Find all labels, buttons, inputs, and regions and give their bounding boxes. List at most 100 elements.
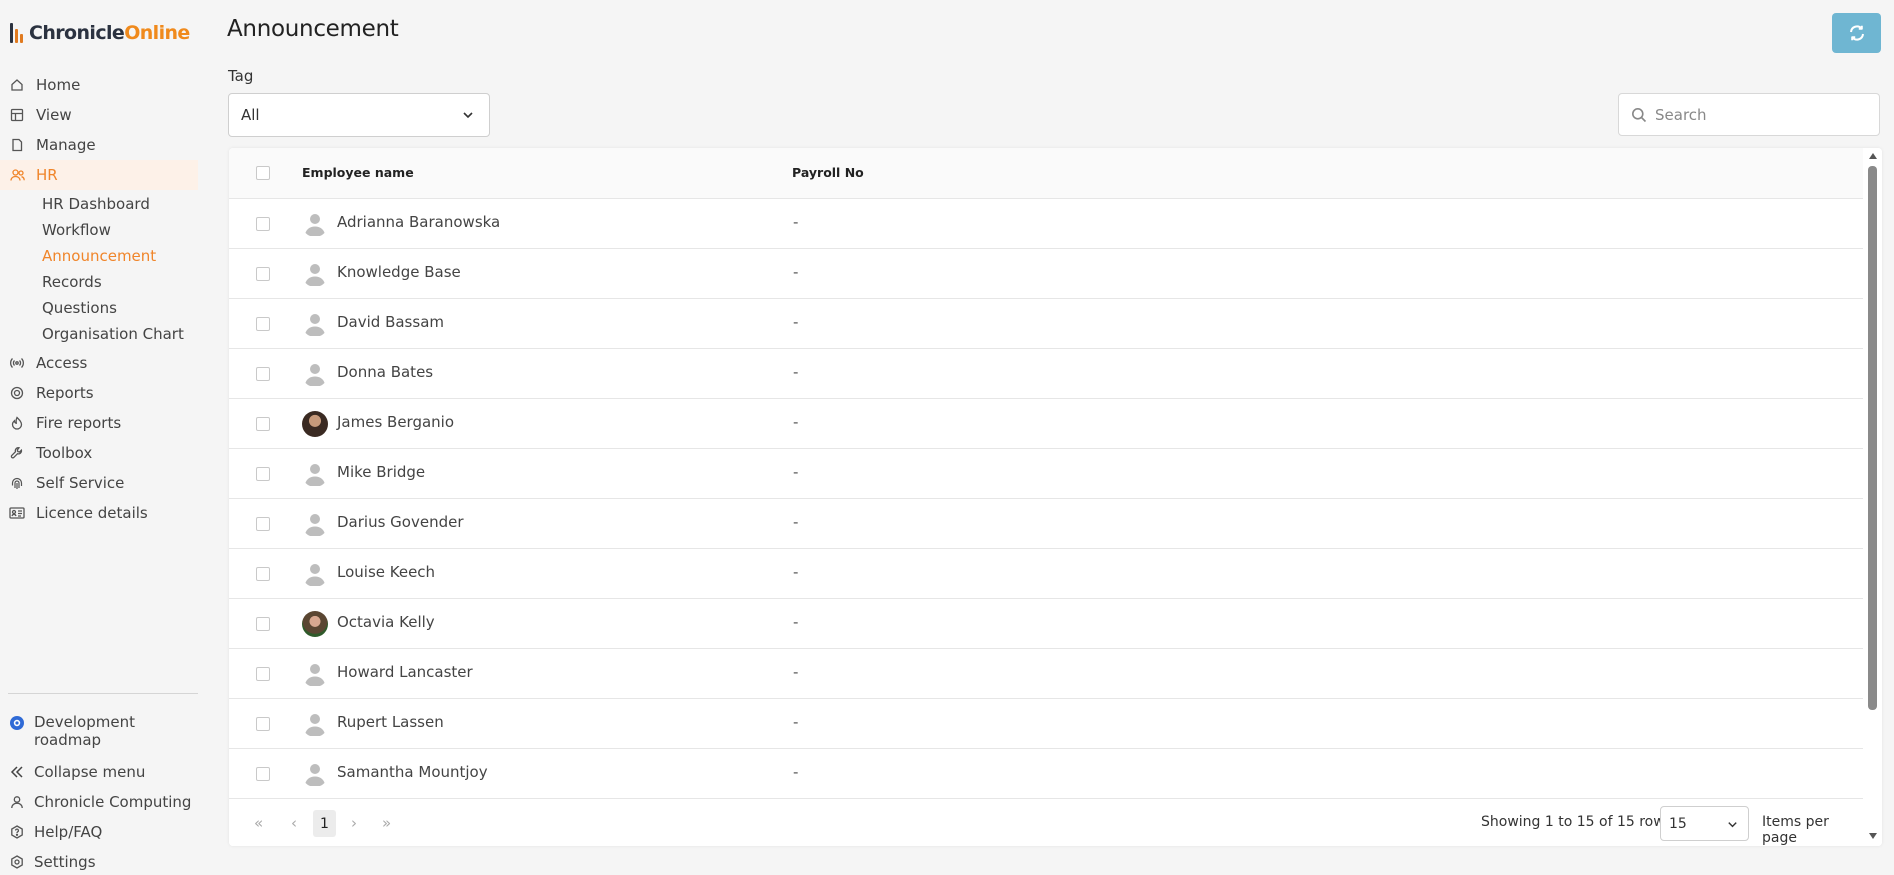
table-row[interactable]: Darius Govender -: [229, 499, 1863, 549]
sub-announcement[interactable]: Announcement: [42, 244, 156, 268]
avatar-placeholder-icon: [302, 461, 328, 487]
user-icon: [8, 793, 26, 811]
table-row[interactable]: Adrianna Baranowska -: [229, 199, 1863, 249]
first-page-button[interactable]: «: [254, 814, 263, 832]
table-row[interactable]: Louise Keech -: [229, 549, 1863, 599]
column-header-payroll-no[interactable]: Payroll No: [792, 165, 864, 180]
table-row[interactable]: Octavia Kelly -: [229, 599, 1863, 649]
chart-icon: [9, 385, 25, 401]
employee-name: David Bassam: [337, 313, 444, 331]
gear-icon: [8, 853, 26, 871]
table-row[interactable]: Mike Bridge -: [229, 449, 1863, 499]
nav-self-service[interactable]: Self Service: [0, 468, 198, 498]
employee-name: Knowledge Base: [337, 263, 461, 281]
sub-hr-dashboard[interactable]: HR Dashboard: [42, 192, 150, 216]
collapse-menu-button[interactable]: Collapse menu: [0, 763, 198, 781]
avatar: [302, 411, 328, 437]
payroll-no: -: [793, 613, 799, 631]
employee-name: Octavia Kelly: [337, 613, 435, 631]
scroll-up-arrow-icon[interactable]: [1869, 153, 1877, 159]
sub-questions[interactable]: Questions: [42, 296, 117, 320]
scrollbar-thumb[interactable]: [1868, 166, 1877, 710]
search-input[interactable]: [1655, 105, 1855, 124]
table-header: Employee name Payroll No: [229, 148, 1863, 199]
row-checkbox[interactable]: [256, 367, 270, 381]
avatar-placeholder-icon: [302, 761, 328, 787]
settings-link[interactable]: Settings: [0, 853, 198, 871]
table-row[interactable]: Samantha Mountjoy -: [229, 749, 1863, 799]
search-box[interactable]: [1618, 93, 1880, 136]
nav-reports[interactable]: Reports: [0, 378, 198, 408]
licence-icon: [9, 505, 25, 521]
nav-fire-reports[interactable]: Fire reports: [0, 408, 198, 438]
last-page-button[interactable]: »: [382, 814, 391, 832]
nav-manage[interactable]: Manage: [0, 130, 198, 160]
nav-view[interactable]: View: [0, 100, 198, 130]
page-title: Announcement: [227, 16, 399, 42]
row-checkbox[interactable]: [256, 717, 270, 731]
items-per-page-select[interactable]: 15: [1660, 806, 1749, 841]
table-row[interactable]: Howard Lancaster -: [229, 649, 1863, 699]
table-row[interactable]: Knowledge Base -: [229, 249, 1863, 299]
table-row[interactable]: David Bassam -: [229, 299, 1863, 349]
collapse-menu-label: Collapse menu: [34, 763, 146, 781]
items-per-page-label: Items per page: [1762, 814, 1829, 846]
table-icon: [9, 107, 25, 123]
nav-home-label: Home: [36, 76, 81, 94]
next-page-button[interactable]: ›: [351, 814, 357, 832]
sub-records[interactable]: Records: [42, 270, 102, 294]
account-link[interactable]: Chronicle Computing: [0, 793, 198, 811]
sub-organisation-chart[interactable]: Organisation Chart: [42, 322, 184, 346]
settings-label: Settings: [34, 853, 96, 871]
tag-filter-value: All: [241, 106, 260, 124]
nav-hr[interactable]: HR: [0, 160, 198, 190]
tag-filter-label: Tag: [228, 67, 254, 85]
row-checkbox[interactable]: [256, 317, 270, 331]
row-checkbox[interactable]: [256, 767, 270, 781]
prev-page-button[interactable]: ‹: [291, 814, 297, 832]
payroll-no: -: [793, 513, 799, 531]
roadmap-label-line2: roadmap: [34, 731, 102, 749]
scroll-down-arrow-icon[interactable]: [1869, 833, 1877, 839]
nav-licence-details[interactable]: Licence details: [0, 498, 198, 528]
table-row[interactable]: James Berganio -: [229, 399, 1863, 449]
row-checkbox[interactable]: [256, 517, 270, 531]
employee-name: Louise Keech: [337, 563, 436, 581]
account-label: Chronicle Computing: [34, 793, 192, 811]
column-header-employee-name[interactable]: Employee name: [302, 165, 414, 180]
double-chevron-left-icon: [8, 763, 26, 781]
current-page-button[interactable]: 1: [313, 810, 336, 837]
table-row[interactable]: Rupert Lassen -: [229, 699, 1863, 749]
row-checkbox[interactable]: [256, 667, 270, 681]
logo-text-part1: Chronicle: [29, 22, 125, 44]
sub-workflow[interactable]: Workflow: [42, 218, 111, 242]
row-checkbox[interactable]: [256, 467, 270, 481]
employee-name: Adrianna Baranowska: [337, 213, 501, 231]
employee-name: Samantha Mountjoy: [337, 763, 488, 781]
pagination-bar: « ‹ 1 › » Showing 1 to 15 of 15 rows 15 …: [229, 800, 1863, 846]
help-faq-link[interactable]: Help/FAQ: [0, 823, 198, 841]
refresh-button[interactable]: [1832, 13, 1881, 53]
payroll-no: -: [793, 763, 799, 781]
nav-toolbox[interactable]: Toolbox: [0, 438, 198, 468]
nav-access[interactable]: Access: [0, 348, 198, 378]
roadmap-label-line1: Development: [34, 713, 135, 731]
roadmap-icon: [8, 714, 26, 732]
tag-filter-select[interactable]: All: [228, 93, 490, 137]
avatar-placeholder-icon: [302, 211, 328, 237]
row-checkbox[interactable]: [256, 217, 270, 231]
table-row[interactable]: Donna Bates -: [229, 349, 1863, 399]
chronicle-online-logo[interactable]: ChronicleOnline: [10, 20, 190, 46]
row-checkbox[interactable]: [256, 567, 270, 581]
row-checkbox[interactable]: [256, 417, 270, 431]
row-checkbox[interactable]: [256, 267, 270, 281]
flame-icon: [9, 415, 25, 431]
nav-home[interactable]: Home: [0, 70, 198, 100]
row-checkbox[interactable]: [256, 617, 270, 631]
select-all-checkbox[interactable]: [256, 166, 270, 180]
logo-mark-icon: [10, 23, 23, 43]
payroll-no: -: [793, 563, 799, 581]
development-roadmap-link[interactable]: Development roadmap: [0, 713, 198, 749]
logo-text-part2: Online: [124, 22, 190, 44]
nav-manage-label: Manage: [36, 136, 96, 154]
